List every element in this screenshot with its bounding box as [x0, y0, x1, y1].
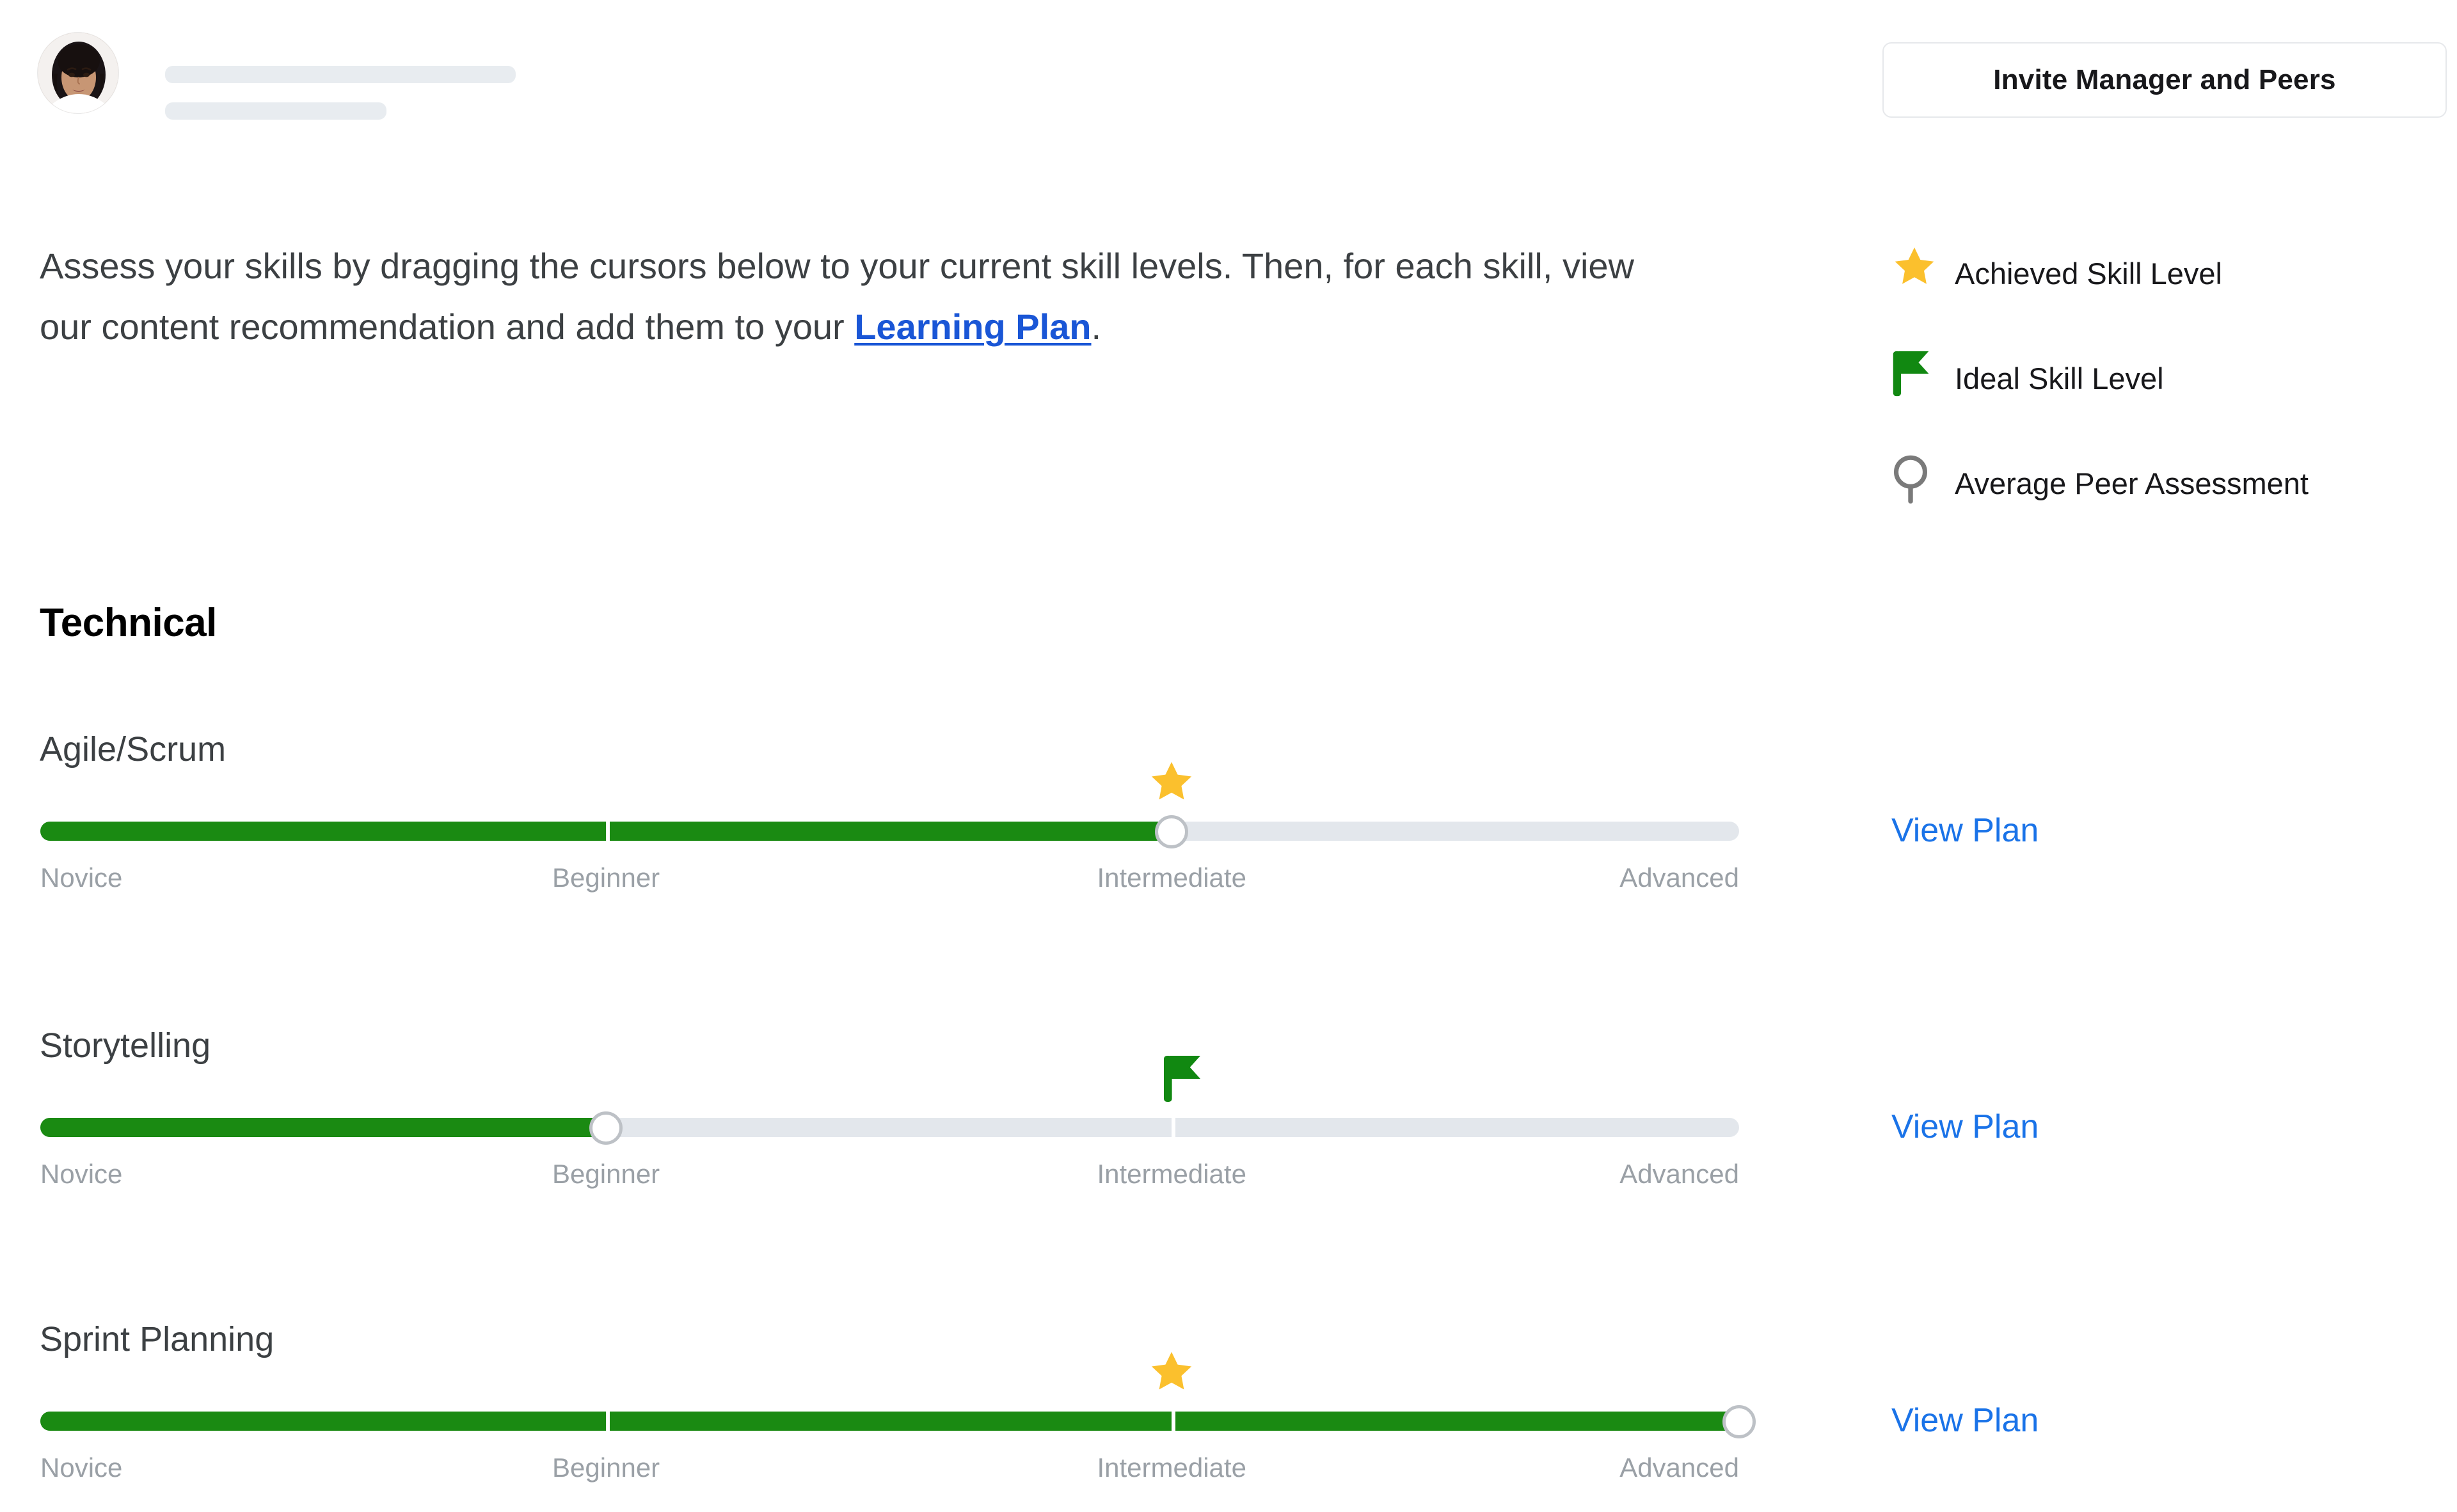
scale-label-advanced: Advanced: [1619, 863, 1739, 893]
legend-item-ideal: Ideal Skill Level: [1891, 347, 2457, 452]
slider-tick-intermediate: [1172, 1117, 1176, 1138]
flag-icon: [1891, 347, 1955, 398]
slider-scale-labels: Novice Beginner Intermediate Advanced: [40, 1159, 1739, 1195]
scale-label-novice: Novice: [40, 1159, 123, 1189]
star-icon: [1147, 1349, 1196, 1399]
skill-row: Agile/Scrum Novice Beginner Intermediate…: [0, 729, 2457, 998]
legend-label-ideal: Ideal Skill Level: [1955, 362, 2164, 395]
skill-name: Sprint Planning: [40, 1320, 274, 1358]
skill-name: Agile/Scrum: [40, 730, 227, 768]
legend-label-achieved: Achieved Skill Level: [1955, 257, 2222, 290]
legend-item-peer: Average Peer Assessment: [1891, 452, 2457, 557]
star-icon: [1891, 242, 1955, 290]
slider-track[interactable]: [40, 1411, 1739, 1431]
slider-thumb[interactable]: [1155, 815, 1189, 848]
slider-fill: [40, 1412, 1739, 1431]
skill-slider[interactable]: [40, 1056, 1739, 1145]
legend: Achieved Skill Level Ideal Skill Level A…: [1891, 242, 2457, 557]
scale-label-novice: Novice: [40, 1452, 123, 1483]
learning-plan-link[interactable]: Learning Plan: [854, 306, 1091, 347]
slider-thumb[interactable]: [589, 1111, 623, 1145]
intro-paragraph: Assess your skills by dragging the curso…: [40, 235, 1678, 357]
scale-label-advanced: Advanced: [1619, 1159, 1739, 1189]
page-header: Invite Manager and Peers: [0, 0, 2457, 160]
slider-tick-intermediate: [1172, 1411, 1176, 1431]
flag-icon: [1161, 1054, 1205, 1107]
skill-slider[interactable]: [40, 761, 1739, 848]
section-title-technical: Technical: [40, 601, 217, 645]
slider-scale-labels: Novice Beginner Intermediate Advanced: [40, 863, 1739, 898]
legend-label-peer: Average Peer Assessment: [1955, 466, 2309, 500]
skeleton-placeholder-name: [165, 66, 516, 83]
intro-text-before-link: Assess your skills by dragging the curso…: [40, 246, 1634, 347]
skeleton-placeholder-subtitle: [165, 102, 386, 120]
skill-slider[interactable]: [40, 1351, 1756, 1438]
view-plan-link[interactable]: View Plan: [1891, 1401, 2039, 1440]
intro-text-after-link: .: [1091, 306, 1102, 347]
slider-tick-beginner: [606, 1411, 610, 1431]
scale-label-intermediate: Intermediate: [1097, 1452, 1246, 1483]
view-plan-link[interactable]: View Plan: [1891, 811, 2039, 850]
scale-label-beginner: Beginner: [552, 1159, 660, 1189]
slider-thumb[interactable]: [1722, 1405, 1756, 1438]
slider-tick-beginner: [606, 821, 610, 841]
scale-label-advanced: Advanced: [1619, 1452, 1739, 1483]
scale-label-beginner: Beginner: [552, 1452, 660, 1483]
legend-item-achieved: Achieved Skill Level: [1891, 242, 2457, 347]
scale-label-intermediate: Intermediate: [1097, 1159, 1246, 1189]
scale-label-novice: Novice: [40, 863, 123, 893]
slider-fill: [40, 1118, 607, 1137]
skill-row: Storytelling Novice Beginner Intermediat…: [0, 1026, 2457, 1294]
peer-pin-icon: [1891, 452, 1955, 505]
scale-label-beginner: Beginner: [552, 863, 660, 893]
skill-name: Storytelling: [40, 1026, 211, 1065]
skills-assessment-page: Invite Manager and Peers Assess your ski…: [0, 0, 2457, 1512]
avatar: [37, 32, 119, 114]
scale-label-intermediate: Intermediate: [1097, 863, 1246, 893]
skill-row: Sprint Planning Novice Beginner Intermed…: [0, 1319, 2457, 1512]
star-icon: [1147, 759, 1196, 809]
slider-track[interactable]: [40, 821, 1739, 841]
invite-manager-and-peers-button[interactable]: Invite Manager and Peers: [1882, 42, 2447, 118]
view-plan-link[interactable]: View Plan: [1891, 1108, 2039, 1146]
slider-track[interactable]: [40, 1117, 1739, 1138]
slider-scale-labels: Novice Beginner Intermediate Advanced: [40, 1452, 1739, 1488]
